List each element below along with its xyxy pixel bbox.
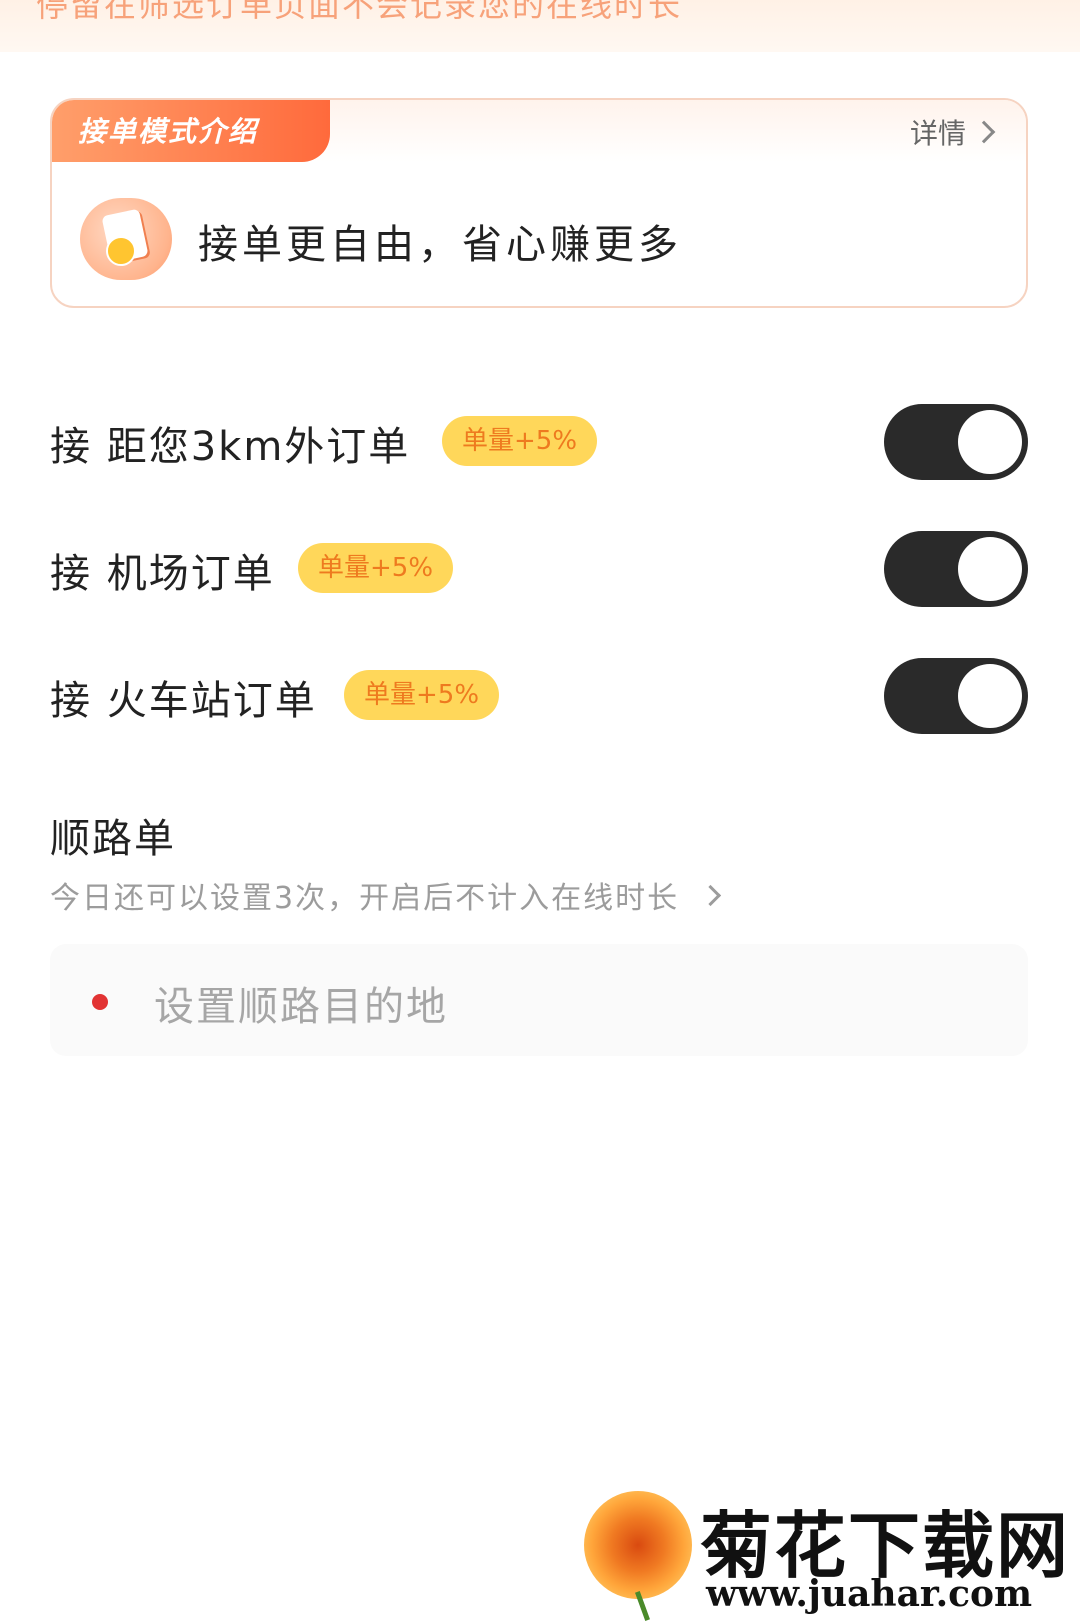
intro-headline: 接单更自由，省心赚更多 — [198, 222, 682, 268]
intro-tag-label: 接单模式介绍 — [78, 115, 259, 148]
route-order-subtitle: 今日还可以设置3次，开启后不计入在线时长 — [50, 881, 680, 916]
chevron-right-icon — [699, 884, 722, 906]
setting-row-airport-orders: 接 机场订单 单量+5% — [50, 531, 1028, 607]
volume-badge: 单量+5% — [298, 543, 454, 593]
train-station-orders-toggle[interactable] — [884, 658, 1028, 734]
top-notice-text: 停留在筛选订单页面不会记录您的在线时长 — [36, 0, 683, 24]
top-notice-banner: 停留在筛选订单页面不会记录您的在线时长 — [0, 0, 1080, 52]
setting-row-far-orders: 接 距您3km外订单 单量+5% — [50, 404, 1028, 480]
setting-label: 接 火车站订单 — [50, 678, 317, 724]
airport-orders-toggle[interactable] — [884, 531, 1028, 607]
watermark: 菊花下载网 www.juahar.com — [584, 1487, 1068, 1621]
setting-label: 接 距您3km外订单 — [50, 424, 411, 470]
location-dot-icon — [92, 994, 108, 1010]
setting-row-train-station-orders: 接 火车站订单 单量+5% — [50, 658, 1028, 734]
order-mode-icon — [80, 198, 172, 280]
intro-card[interactable]: 接单模式介绍 详情 接单更自由，省心赚更多 — [50, 98, 1028, 308]
detail-link[interactable]: 详情 — [909, 112, 996, 152]
far-orders-toggle[interactable] — [884, 404, 1028, 480]
chevron-right-icon — [972, 120, 996, 144]
flower-logo-icon — [584, 1491, 692, 1599]
setting-label: 接 机场订单 — [50, 551, 275, 597]
route-order-title: 顺路单 — [50, 816, 176, 862]
volume-badge: 单量+5% — [344, 670, 500, 720]
detail-label: 详情 — [909, 117, 966, 150]
destination-placeholder: 设置顺路目的地 — [154, 984, 448, 1030]
intro-tag: 接单模式介绍 — [52, 100, 330, 162]
destination-input[interactable]: 设置顺路目的地 — [50, 944, 1028, 1056]
watermark-url: www.juahar.com — [706, 1573, 1033, 1615]
route-order-info-link[interactable]: 今日还可以设置3次，开启后不计入在线时长 — [50, 873, 722, 917]
volume-badge: 单量+5% — [442, 416, 598, 466]
